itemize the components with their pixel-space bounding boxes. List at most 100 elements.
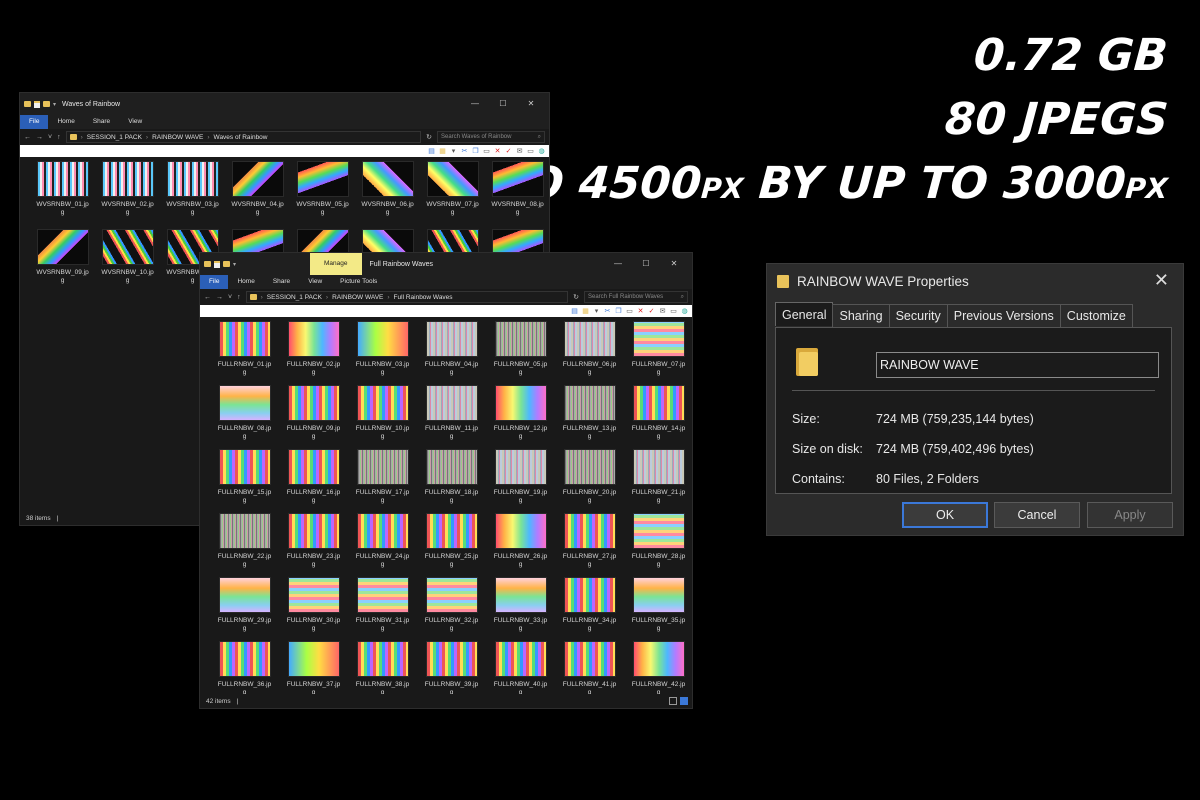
file-item[interactable]: FULLRNBW_42.jp g	[624, 641, 692, 697]
file-item[interactable]: FULLRNBW_27.jp g	[555, 513, 624, 569]
ribbon-tab-picture-tools[interactable]: Picture Tools	[331, 275, 386, 289]
title-bar[interactable]: ▾ Waves of Rainbow — ☐ ✕	[20, 93, 549, 115]
file-item[interactable]: WVSRNBW_03.jp g	[160, 161, 225, 217]
globe-icon[interactable]: ◍	[681, 308, 688, 315]
file-item[interactable]: FULLRNBW_36.jp g	[210, 641, 279, 697]
ribbon-tab-home[interactable]: Home	[48, 115, 83, 129]
paste-icon[interactable]: ▦	[582, 308, 589, 315]
breadcrumb-item[interactable]: RAINBOW WAVE	[152, 134, 203, 141]
file-item[interactable]: FULLRNBW_41.jp g	[555, 641, 624, 697]
explorer-window-full[interactable]: ▾ Manage Full Rainbow Waves — ☐ ✕ File Ho…	[199, 252, 693, 709]
file-item[interactable]: FULLRNBW_13.jp g	[555, 385, 624, 441]
new-folder-icon[interactable]	[223, 261, 230, 267]
document-icon[interactable]: ▭	[626, 308, 633, 315]
file-item[interactable]: FULLRNBW_19.jp g	[486, 449, 555, 505]
file-item[interactable]: FULLRNBW_04.jp g	[417, 321, 486, 377]
file-item[interactable]: WVSRNBW_02.jp g	[95, 161, 160, 217]
properties-icon[interactable]	[214, 260, 220, 268]
details-view-icon[interactable]	[669, 697, 677, 705]
file-item[interactable]: FULLRNBW_22.jp g	[210, 513, 279, 569]
close-icon[interactable]: ✕	[660, 253, 688, 275]
refresh-icon[interactable]: ↻	[426, 133, 432, 141]
ribbon-tab-share[interactable]: Share	[264, 275, 299, 289]
ribbon-tab-file[interactable]: File	[20, 115, 49, 129]
file-item[interactable]: FULLRNBW_06.jp g	[555, 321, 624, 377]
file-item[interactable]: FULLRNBW_35.jp g	[624, 577, 692, 633]
file-item[interactable]: WVSRNBW_04.jp g	[225, 161, 290, 217]
file-item[interactable]: FULLRNBW_17.jp g	[348, 449, 417, 505]
chevron-down-icon[interactable]: ▾	[53, 101, 56, 108]
file-item[interactable]: FULLRNBW_32.jp g	[417, 577, 486, 633]
minimize-icon[interactable]: —	[604, 253, 632, 275]
up-icon[interactable]: ↑	[237, 294, 241, 301]
close-icon[interactable]: ✕	[1154, 270, 1169, 291]
tab-security[interactable]: Security	[888, 304, 948, 327]
manage-tab[interactable]: Manage	[310, 253, 362, 275]
copy-icon[interactable]: ❐	[615, 308, 622, 315]
ok-button[interactable]: OK	[902, 502, 988, 528]
file-item[interactable]: WVSRNBW_10.jp g	[95, 229, 160, 285]
delete-icon[interactable]: ✕	[637, 308, 644, 315]
file-item[interactable]: FULLRNBW_15.jp g	[210, 449, 279, 505]
file-item[interactable]: WVSRNBW_07.jp g	[420, 161, 485, 217]
file-item[interactable]: WVSRNBW_09.jp g	[30, 229, 95, 285]
apply-button[interactable]: Apply	[1087, 502, 1173, 528]
minimize-icon[interactable]: —	[461, 93, 489, 115]
globe-icon[interactable]: ◍	[538, 148, 545, 155]
file-item[interactable]: FULLRNBW_29.jp g	[210, 577, 279, 633]
view-icon[interactable]: ▤	[571, 308, 578, 315]
file-item[interactable]: FULLRNBW_28.jp g	[624, 513, 692, 569]
file-item[interactable]: FULLRNBW_02.jp g	[279, 321, 348, 377]
cut-icon[interactable]: ✂	[604, 308, 611, 315]
maximize-icon[interactable]: ☐	[632, 253, 660, 275]
document-icon[interactable]: ▭	[483, 148, 490, 155]
ribbon-tab-view[interactable]: View	[119, 115, 151, 129]
folder-name-field[interactable]	[876, 352, 1159, 378]
chevron-down-icon[interactable]: ▾	[233, 261, 236, 268]
chevron-down-icon[interactable]: ˅	[48, 134, 52, 141]
forward-icon[interactable]: →	[36, 134, 43, 141]
file-item[interactable]: FULLRNBW_20.jp g	[555, 449, 624, 505]
breadcrumb-item[interactable]: SESSION_1 PACK	[87, 134, 142, 141]
file-item[interactable]: FULLRNBW_05.jp g	[486, 321, 555, 377]
check-icon[interactable]: ✓	[648, 308, 655, 315]
file-item[interactable]: FULLRNBW_37.jp g	[279, 641, 348, 697]
file-item[interactable]: FULLRNBW_01.jp g	[210, 321, 279, 377]
file-item[interactable]: FULLRNBW_18.jp g	[417, 449, 486, 505]
properties-dialog[interactable]: RAINBOW WAVE Properties ✕ General Sharing…	[766, 263, 1184, 536]
file-item[interactable]: FULLRNBW_31.jp g	[348, 577, 417, 633]
chevron-down-icon[interactable]: ˅	[228, 294, 232, 301]
title-bar[interactable]: ▾ Manage Full Rainbow Waves — ☐ ✕	[200, 253, 692, 275]
breadcrumb-item[interactable]: Waves of Rainbow	[214, 134, 268, 141]
file-item[interactable]: FULLRNBW_14.jp g	[624, 385, 692, 441]
path-box[interactable]: › SESSION_1 PACK › RAINBOW WAVE › Waves of Ra…	[65, 131, 422, 143]
path-box[interactable]: › SESSION_1 PACK › RAINBOW WAVE › Full Rainbo…	[245, 291, 569, 303]
maximize-icon[interactable]: ☐	[489, 93, 517, 115]
refresh-icon[interactable]: ↻	[573, 293, 579, 301]
new-folder-icon[interactable]	[43, 101, 50, 107]
dialog-title-bar[interactable]: RAINBOW WAVE Properties ✕	[767, 264, 1183, 298]
file-item[interactable]: FULLRNBW_03.jp g	[348, 321, 417, 377]
tab-previous-versions[interactable]: Previous Versions	[946, 304, 1061, 327]
close-icon[interactable]: ✕	[517, 93, 545, 115]
file-item[interactable]: FULLRNBW_26.jp g	[486, 513, 555, 569]
ribbon-tab-home[interactable]: Home	[228, 275, 263, 289]
mail-icon[interactable]: ✉	[516, 148, 523, 155]
window-icon[interactable]: ▭	[527, 148, 534, 155]
paste-icon[interactable]: ▦	[439, 148, 446, 155]
large-icons-view-icon[interactable]	[680, 697, 688, 705]
file-item[interactable]: FULLRNBW_33.jp g	[486, 577, 555, 633]
cut-icon[interactable]: ✂	[461, 148, 468, 155]
file-item[interactable]: FULLRNBW_11.jp g	[417, 385, 486, 441]
chevron-down-icon[interactable]: ▾	[593, 308, 600, 315]
file-item[interactable]: WVSRNBW_08.jp g	[485, 161, 549, 217]
ribbon-tab-file[interactable]: File	[200, 275, 229, 289]
search-input[interactable]: Search Full Rainbow Waves ⌕	[584, 291, 688, 303]
file-item[interactable]: FULLRNBW_40.jp g	[486, 641, 555, 697]
view-icon[interactable]: ▤	[428, 148, 435, 155]
tab-general[interactable]: General	[775, 302, 834, 326]
file-item[interactable]: FULLRNBW_08.jp g	[210, 385, 279, 441]
up-icon[interactable]: ↑	[57, 134, 61, 141]
file-item[interactable]: FULLRNBW_21.jp g	[624, 449, 692, 505]
forward-icon[interactable]: →	[216, 294, 223, 301]
